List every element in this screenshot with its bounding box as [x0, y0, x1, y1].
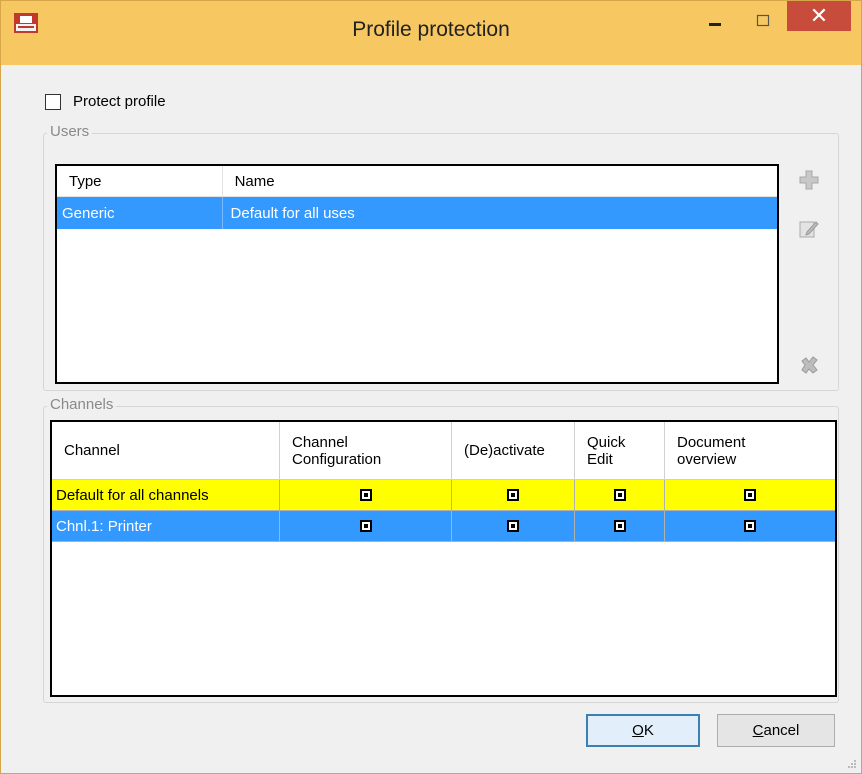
permission-checkbox[interactable]: [507, 489, 519, 501]
document-overview-cell[interactable]: [665, 480, 835, 510]
delete-icon: [801, 356, 818, 374]
channel-configuration-cell[interactable]: [280, 480, 452, 510]
delete-user-button[interactable]: [796, 353, 822, 379]
column-header-channel[interactable]: Channel: [52, 422, 280, 479]
channels-grid[interactable]: Channel Channel Configuration (De)activa…: [50, 420, 837, 697]
cancel-accelerator: C: [752, 722, 764, 739]
table-row[interactable]: Default for all channels: [52, 480, 835, 511]
ok-label-rest: K: [643, 722, 654, 739]
protect-profile-row[interactable]: Protect profile: [45, 93, 166, 110]
cancel-button[interactable]: Cancel: [717, 714, 835, 747]
resize-grip-icon[interactable]: [847, 759, 857, 769]
profile-protection-dialog: Profile protection ✕ Protect profile Use…: [0, 0, 862, 774]
cancel-label-rest: ancel: [763, 722, 800, 739]
channel-name-cell: Chnl.1: Printer: [52, 511, 280, 541]
column-header-deactivate[interactable]: (De)activate: [452, 422, 575, 479]
column-header-name[interactable]: Name: [223, 166, 777, 196]
users-list[interactable]: Type Name Generic Default for all uses: [55, 164, 779, 384]
channel-name-cell: Default for all channels: [52, 480, 280, 510]
channels-group-title: Channels: [47, 396, 117, 413]
users-list-header: Type Name: [57, 166, 777, 197]
edit-icon: [799, 221, 819, 238]
permission-checkbox[interactable]: [359, 489, 372, 501]
column-header-quick-edit[interactable]: Quick Edit: [575, 422, 665, 479]
protect-profile-label: Protect profile: [73, 93, 166, 110]
users-group-title: Users: [47, 123, 93, 140]
deactivate-cell[interactable]: [452, 480, 575, 510]
ok-accelerator: O: [632, 722, 644, 739]
add-user-button[interactable]: [796, 167, 822, 193]
deactivate-cell[interactable]: [452, 511, 575, 541]
protect-profile-checkbox[interactable]: [45, 93, 61, 110]
table-row[interactable]: Chnl.1: Printer: [52, 511, 835, 542]
permission-checkbox[interactable]: [744, 520, 756, 532]
permission-checkbox[interactable]: [507, 520, 519, 532]
title-bar: Profile protection ✕: [1, 1, 861, 65]
channels-grid-header: Channel Channel Configuration (De)activa…: [52, 422, 835, 480]
document-overview-cell[interactable]: [665, 511, 835, 541]
channel-configuration-cell[interactable]: [280, 511, 452, 541]
add-icon: [799, 170, 819, 190]
close-button[interactable]: ✕: [787, 1, 851, 31]
user-type-cell: Generic: [57, 197, 223, 229]
quick-edit-cell[interactable]: [575, 511, 665, 541]
list-item[interactable]: Generic Default for all uses: [57, 197, 777, 229]
permission-checkbox[interactable]: [613, 520, 626, 532]
ok-button[interactable]: OK: [586, 714, 700, 747]
column-header-channel-configuration[interactable]: Channel Configuration: [280, 422, 452, 479]
permission-checkbox[interactable]: [744, 489, 756, 501]
minimize-button[interactable]: [691, 1, 739, 41]
user-name-cell: Default for all uses: [230, 204, 355, 222]
column-header-document-overview[interactable]: Document overview: [665, 422, 835, 479]
permission-checkbox[interactable]: [613, 489, 626, 501]
maximize-button[interactable]: [739, 1, 787, 41]
quick-edit-cell[interactable]: [575, 480, 665, 510]
permission-checkbox[interactable]: [359, 520, 372, 532]
column-header-type[interactable]: Type: [57, 166, 223, 196]
edit-user-button[interactable]: [796, 215, 822, 241]
